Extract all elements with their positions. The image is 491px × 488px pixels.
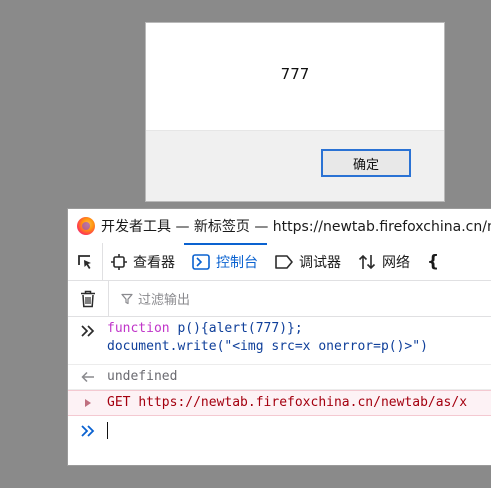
network-error-entry[interactable]: GET https://newtab.firefoxchina.cn/newta… (68, 390, 491, 416)
tab-more[interactable]: { (419, 243, 448, 280)
firefox-logo-icon (77, 217, 95, 235)
alert-message: 777 (280, 65, 310, 83)
console-icon (192, 253, 210, 270)
trash-icon (81, 290, 95, 307)
code-string: "<img src=x onerror=p()>" (224, 339, 421, 354)
code-keyword: function (107, 321, 170, 336)
tab-inspector[interactable]: 查看器 (103, 243, 184, 280)
element-picker-icon (78, 254, 91, 269)
filter-bar: 过滤输出 (68, 281, 491, 317)
tab-console[interactable]: 控制台 (184, 243, 267, 280)
console-prompt[interactable] (68, 416, 491, 446)
debugger-icon (275, 254, 293, 269)
alert-footer: 确定 (146, 130, 444, 201)
code-text: ) (420, 339, 428, 354)
console-input-entry: function p(){alert(777)}; document.write… (68, 320, 491, 365)
filter-input[interactable]: 过滤输出 (121, 289, 190, 308)
tab-label: 控制台 (216, 254, 258, 271)
devtools-toolbar: 查看器 控制台 调试器 网络 { (68, 243, 491, 281)
prompt-chevrons-icon (81, 425, 95, 437)
tab-network[interactable]: 网络 (350, 243, 419, 280)
return-arrow-icon (81, 371, 94, 383)
element-picker-button[interactable] (68, 243, 103, 280)
expand-triangle-icon[interactable] (80, 398, 96, 408)
title-bar: 开发者工具 — 新标签页 — https://newtab.firefoxchi… (68, 209, 491, 243)
braces-icon: { (427, 251, 440, 272)
tab-label: 查看器 (133, 254, 175, 271)
window-title: 开发者工具 — 新标签页 — https://newtab.firefoxchi… (101, 219, 491, 235)
filter-placeholder: 过滤输出 (138, 293, 191, 308)
ok-button[interactable]: 确定 (321, 149, 411, 177)
result-text: undefined (107, 369, 178, 384)
network-icon (358, 253, 376, 271)
request-method: GET (107, 395, 131, 410)
inspector-icon (111, 253, 127, 270)
input-chevrons-icon (81, 325, 95, 337)
text-cursor (107, 422, 108, 439)
request-url[interactable]: https://newtab.firefoxchina.cn/newtab/as… (138, 395, 467, 410)
clear-console-button[interactable] (68, 281, 109, 316)
code-text: document.write( (107, 339, 225, 354)
console-output: function p(){alert(777)}; document.write… (68, 317, 491, 465)
alert-dialog: 777 确定 (145, 22, 445, 202)
tab-debugger[interactable]: 调试器 (267, 243, 350, 280)
funnel-icon (121, 293, 133, 304)
tab-label: 网络 (382, 254, 410, 271)
tab-label: 调试器 (299, 254, 341, 271)
code-text: p(){alert(777)}; (169, 321, 303, 336)
console-result-entry: undefined (68, 365, 491, 390)
devtools-window: 开发者工具 — 新标签页 — https://newtab.firefoxchi… (67, 208, 491, 466)
